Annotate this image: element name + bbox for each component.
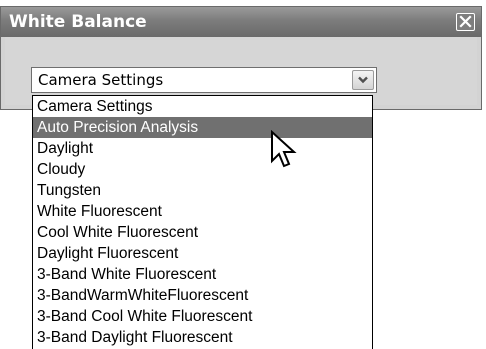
list-item[interactable]: Cloudy: [33, 159, 372, 180]
screen: White Balance Camera Settings Camera Set…: [0, 0, 486, 349]
list-item[interactable]: 3-BandWarmWhiteFluorescent: [33, 285, 372, 306]
close-icon: [457, 14, 474, 30]
white-balance-select[interactable]: Camera Settings: [31, 67, 377, 93]
list-item[interactable]: Daylight Fluorescent: [33, 243, 372, 264]
list-item[interactable]: Cool White Fluorescent: [33, 222, 372, 243]
list-item[interactable]: 3-Band White Fluorescent: [33, 264, 372, 285]
select-current-value: Camera Settings: [38, 71, 164, 89]
list-item[interactable]: Daylight: [33, 138, 372, 159]
mouse-pointer-icon: [270, 129, 300, 176]
list-item[interactable]: Auto Precision Analysis: [33, 117, 372, 138]
chevron-down-icon: [353, 75, 373, 85]
list-item[interactable]: Camera Settings: [33, 96, 372, 117]
list-item[interactable]: Tungsten: [33, 180, 372, 201]
list-item[interactable]: 3-Band Cool White Fluorescent: [33, 306, 372, 327]
dialog-title: White Balance: [9, 12, 147, 32]
close-button[interactable]: [456, 13, 475, 31]
dropdown-arrow-button[interactable]: [352, 70, 374, 90]
title-bar[interactable]: White Balance: [1, 7, 481, 37]
white-balance-options-list[interactable]: Camera Settings Auto Precision Analysis Da…: [32, 95, 373, 349]
list-item[interactable]: White Fluorescent: [33, 201, 372, 222]
list-item[interactable]: 3-Band Daylight Fluorescent: [33, 327, 372, 348]
